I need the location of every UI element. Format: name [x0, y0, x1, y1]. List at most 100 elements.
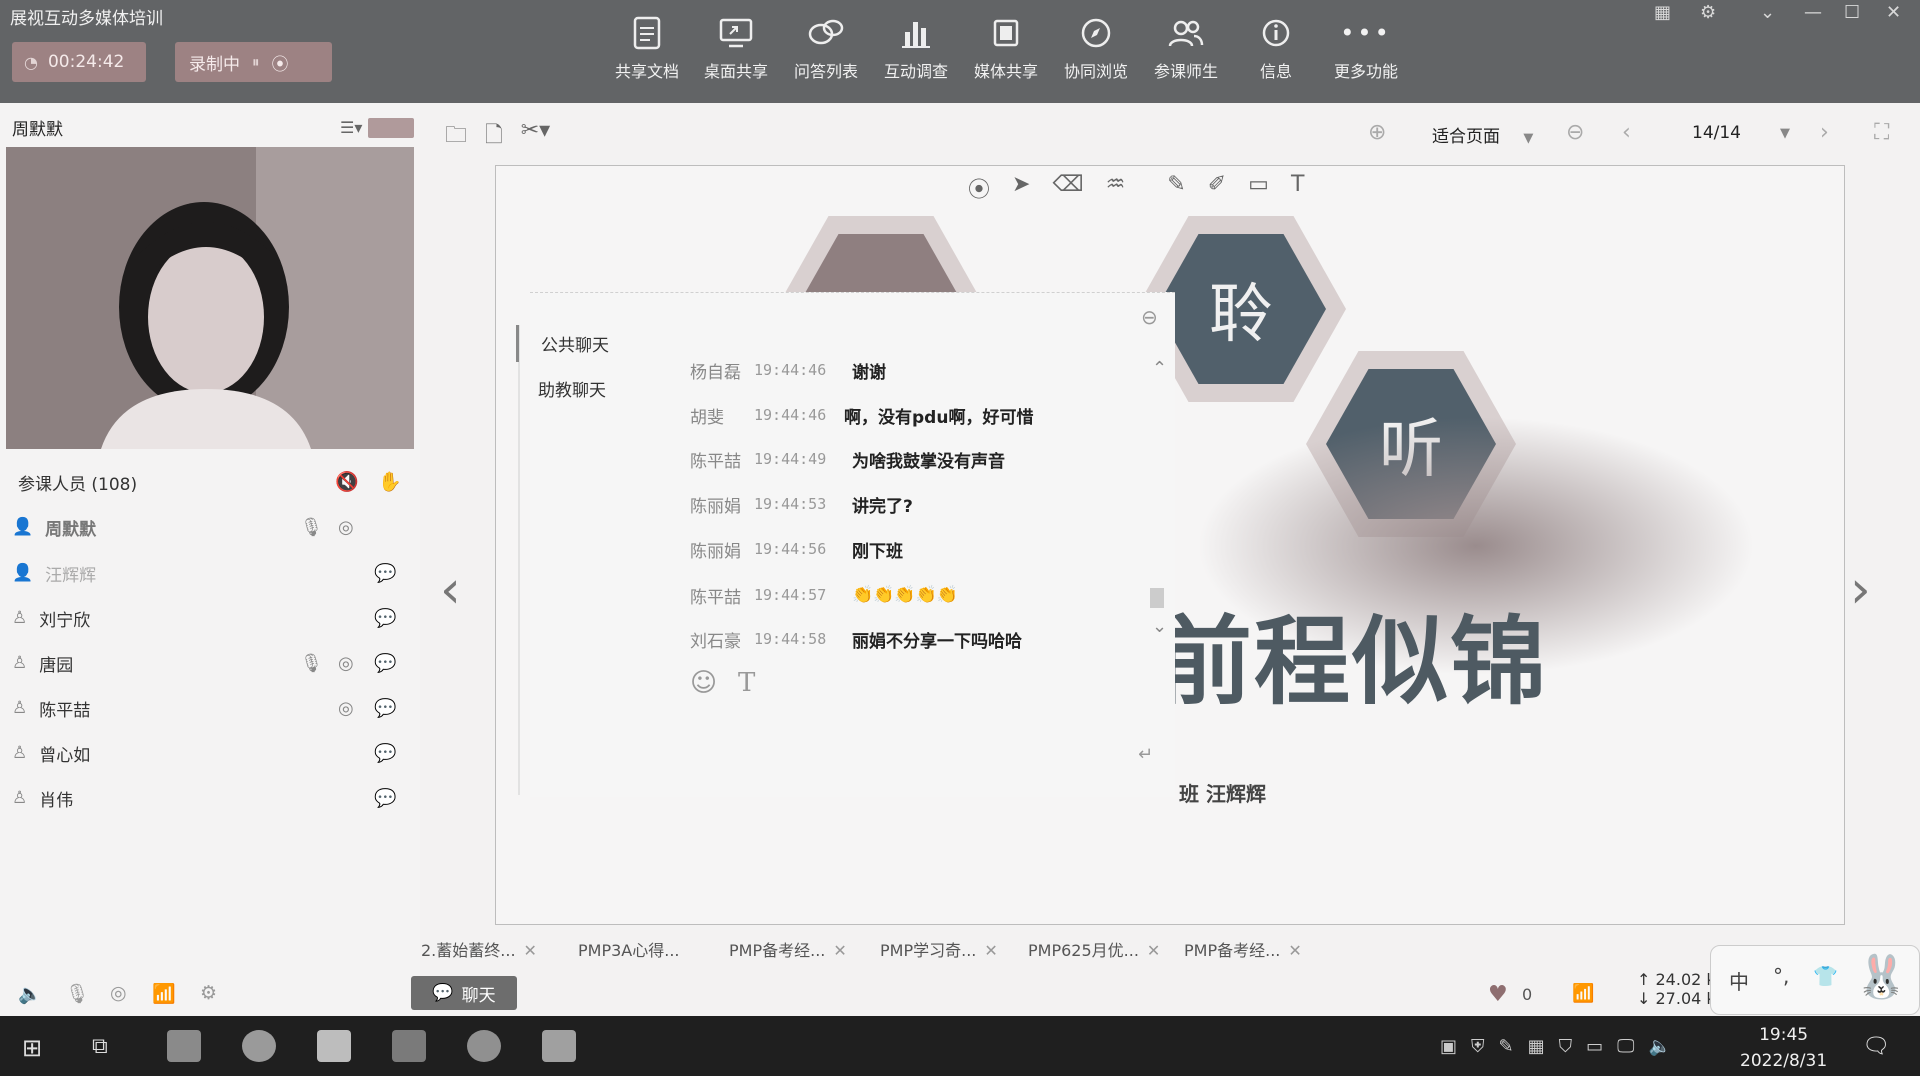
- broom-icon[interactable]: ♒: [1106, 172, 1126, 204]
- toolbar-info[interactable]: 信息: [1231, 14, 1321, 82]
- tray-app-icon[interactable]: ▣: [1440, 1036, 1457, 1057]
- next-slide-arrow[interactable]: ›: [1850, 560, 1871, 620]
- scrollbar-thumb[interactable]: [1150, 588, 1164, 608]
- fullscreen-icon[interactable]: ⛶: [1874, 120, 1889, 145]
- file-explorer-icon[interactable]: [167, 1030, 201, 1062]
- shield-icon[interactable]: ⛨: [1471, 1036, 1485, 1057]
- toolbar-attendees[interactable]: 参课师生: [1141, 14, 1231, 82]
- participant-row[interactable]: ♙ 肖伟 💬: [12, 783, 412, 813]
- toolbar-qa-list[interactable]: 问答列表: [781, 14, 871, 82]
- doc-tab[interactable]: PMP学习奇... ✕: [880, 937, 998, 961]
- participant-row[interactable]: 👤 汪辉辉 💬: [12, 558, 412, 588]
- close-icon[interactable]: ✕: [1886, 2, 1901, 23]
- mute-all-icon[interactable]: 🔇: [335, 470, 359, 493]
- close-icon[interactable]: ✕: [1147, 941, 1160, 960]
- video-toggle[interactable]: [368, 118, 414, 138]
- camera-icon[interactable]: ◎: [110, 982, 127, 1004]
- monitor-icon[interactable]: 🖵: [1617, 1036, 1634, 1057]
- mic-icon[interactable]: 🎙: [65, 982, 89, 1005]
- heart-icon[interactable]: ♥: [1488, 982, 1508, 1007]
- chat-button[interactable]: 💬 聊天: [411, 976, 517, 1010]
- participant-row[interactable]: ♙ 陈平喆 ◎ 💬: [12, 693, 412, 723]
- skin-icon[interactable]: 👕: [1813, 964, 1838, 988]
- toolbar-more[interactable]: ••• 更多功能: [1321, 14, 1411, 82]
- tab-assistant-chat[interactable]: 助教聊天: [516, 370, 626, 407]
- doc-tab[interactable]: PMP备考经... ✕: [729, 937, 847, 961]
- doc-tab[interactable]: 2.蓄始蓄终... ✕: [421, 937, 537, 961]
- settings-icon[interactable]: ⚙: [200, 982, 217, 1004]
- toolbar-cobrowse[interactable]: 协同浏览: [1051, 14, 1141, 82]
- zoom-in-icon[interactable]: ⊕: [1368, 120, 1386, 145]
- chat-bubble-icon[interactable]: 💬: [374, 653, 396, 674]
- browser-icon[interactable]: [242, 1030, 276, 1062]
- close-icon[interactable]: ✕: [524, 941, 537, 960]
- toolbar-share-doc[interactable]: 共享文档: [602, 14, 692, 82]
- hand-icon[interactable]: ✋: [378, 470, 402, 493]
- close-icon[interactable]: ✕: [984, 941, 997, 960]
- text-tool-icon[interactable]: T: [1291, 172, 1304, 204]
- notification-icon[interactable]: 🗨: [1862, 1034, 1890, 1059]
- recording-control[interactable]: 录制中 ⏸ ⦿: [175, 42, 332, 82]
- tray-network-icon[interactable]: ▦: [1528, 1036, 1545, 1057]
- close-icon[interactable]: ✕: [1288, 941, 1301, 960]
- meeting-app-icon[interactable]: [317, 1030, 351, 1062]
- stop-icon[interactable]: ⦿: [272, 50, 289, 75]
- pause-icon[interactable]: ⏸: [252, 53, 260, 71]
- app-c2-icon[interactable]: [542, 1030, 576, 1062]
- volume-icon[interactable]: 🔈: [1649, 1036, 1671, 1057]
- scroll-down-icon[interactable]: ⌄: [1152, 616, 1167, 637]
- tab-public-chat[interactable]: 公共聊天: [516, 325, 626, 362]
- tray-pen-icon[interactable]: ✎: [1499, 1036, 1514, 1057]
- folder-icon[interactable]: 🗀: [445, 118, 467, 156]
- text-format-icon[interactable]: T: [738, 668, 755, 698]
- taskbar-clock[interactable]: 19:45 2022/8/31: [1740, 1022, 1827, 1074]
- maximize-icon[interactable]: ☐: [1844, 2, 1860, 23]
- toolbar-survey[interactable]: 互动调查: [871, 14, 961, 82]
- chat-bubble-icon[interactable]: 💬: [374, 743, 396, 764]
- doc-tab[interactable]: PMP3A心得...: [578, 937, 680, 961]
- chevron-down-icon[interactable]: ⌄: [1760, 2, 1775, 23]
- speaker-icon[interactable]: 🔈: [18, 982, 42, 1005]
- record-dot-icon[interactable]: ⦿: [968, 172, 990, 204]
- scissors-icon[interactable]: ✂▾: [521, 118, 550, 156]
- participant-row[interactable]: ♙ 唐园 🎙 ◎ 💬: [12, 648, 412, 678]
- task-view-icon[interactable]: ⧉: [92, 1034, 108, 1059]
- close-icon[interactable]: ✕: [833, 941, 846, 960]
- participant-row[interactable]: ♙ 刘宁欣 💬: [12, 603, 412, 633]
- chat-bubble-icon[interactable]: 💬: [374, 788, 396, 809]
- app-c-icon[interactable]: [392, 1030, 426, 1062]
- chat-bubble-icon[interactable]: 💬: [374, 563, 396, 584]
- minimize-icon[interactable]: —: [1804, 2, 1822, 23]
- participant-row[interactable]: 👤 周默默 🎙 ◎: [12, 512, 412, 542]
- chat-bubble-icon[interactable]: 💬: [374, 698, 396, 719]
- chat-app-icon[interactable]: [467, 1030, 501, 1062]
- zoom-out-icon[interactable]: ⊖: [1566, 120, 1584, 145]
- camera-icon[interactable]: ◎: [338, 517, 354, 538]
- rectangle-icon[interactable]: ▭: [1248, 172, 1269, 204]
- doc-tab[interactable]: PMP625月优... ✕: [1028, 937, 1160, 961]
- page-indicator[interactable]: 14/14: [1692, 123, 1741, 143]
- prev-slide-arrow[interactable]: ‹: [440, 560, 461, 620]
- list-view-icon[interactable]: ☰▾: [340, 118, 362, 137]
- zoom-select[interactable]: 适合页面 ▼: [1432, 122, 1533, 147]
- enter-icon[interactable]: ↵: [1138, 744, 1153, 765]
- battery-icon[interactable]: ▭: [1586, 1036, 1603, 1057]
- scroll-up-icon[interactable]: ⌃: [1152, 358, 1167, 379]
- layout-icon[interactable]: ▦: [1654, 2, 1671, 23]
- security-icon[interactable]: ⛉: [1559, 1036, 1573, 1057]
- emoji-icon[interactable]: ☺: [690, 668, 717, 698]
- chevron-down-icon[interactable]: ▼: [1780, 126, 1790, 141]
- settings-icon[interactable]: ⚙: [1700, 2, 1716, 23]
- camera-icon[interactable]: ◎: [338, 653, 354, 674]
- file-icon[interactable]: 🗋: [485, 118, 503, 156]
- mic-icon[interactable]: 🎙: [300, 517, 323, 538]
- toolbar-media-share[interactable]: 媒体共享: [961, 14, 1051, 82]
- windows-start-icon[interactable]: ⊞: [22, 1034, 42, 1062]
- ime-mode[interactable]: 中: [1729, 966, 1749, 995]
- prev-page-icon[interactable]: ‹: [1622, 120, 1631, 145]
- chat-bubble-icon[interactable]: 💬: [374, 608, 396, 629]
- eraser-icon[interactable]: ⌫: [1052, 172, 1083, 204]
- ime-toolbar[interactable]: 中 °, 👕 🐰: [1710, 945, 1920, 1015]
- stats-icon[interactable]: 📶: [152, 982, 176, 1005]
- pointer-icon[interactable]: ➤: [1012, 172, 1030, 204]
